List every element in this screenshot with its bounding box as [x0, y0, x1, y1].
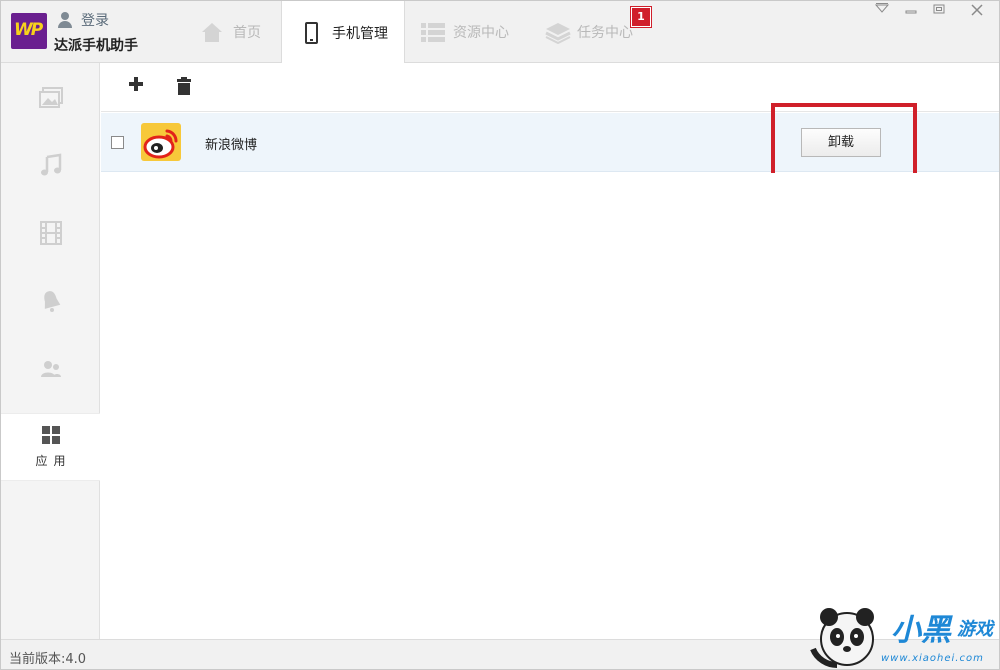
app-name: 达派手机助手 — [54, 38, 138, 54]
tab-home-label: 首页 — [233, 25, 261, 41]
login-link[interactable]: 登录 — [57, 10, 109, 30]
list-icon — [421, 21, 445, 43]
app-name-label: 新浪微博 — [205, 138, 258, 153]
weibo-icon — [141, 123, 181, 161]
logo-text: WP — [14, 20, 43, 40]
app-logo: WP — [11, 13, 47, 49]
plus-icon — [129, 77, 143, 91]
app-select-checkbox[interactable] — [111, 136, 124, 149]
tab-home[interactable]: 首页 — [201, 1, 261, 63]
tab-tasks[interactable]: 任务中心 — [545, 1, 633, 63]
sidebar-item-apps[interactable]: 应用 — [1, 413, 100, 481]
highlight-annotation — [771, 103, 917, 183]
contacts-icon — [40, 361, 61, 377]
version-label: 当前版本:4.0 — [9, 652, 87, 667]
apps-grid-icon — [41, 425, 60, 444]
tab-tasks-label: 任务中心 — [577, 25, 633, 41]
bell-icon — [43, 291, 60, 312]
tab-resources-label: 资源中心 — [453, 25, 509, 41]
sidebar-item-video[interactable] — [1, 199, 100, 267]
film-icon — [39, 221, 62, 245]
phone-icon — [300, 21, 322, 44]
music-icon — [40, 153, 61, 176]
sidebar-item-ringtones[interactable] — [1, 267, 100, 335]
login-label: 登录 — [81, 13, 109, 29]
title-bar: WP 登录 达派手机助手 首页 手机管理 资源中心 任务中心 1 — [1, 1, 999, 64]
dropdown-menu-button[interactable] — [872, 3, 892, 19]
minimize-button[interactable] — [901, 3, 921, 19]
app-window: WP 登录 达派手机助手 首页 手机管理 资源中心 任务中心 1 应用 新浪微博… — [0, 0, 1000, 670]
sidebar-item-photos[interactable] — [1, 63, 100, 131]
user-icon — [57, 12, 73, 28]
close-button[interactable] — [955, 3, 999, 19]
app-list-area — [101, 173, 999, 639]
sidebar-item-contacts[interactable] — [1, 335, 100, 403]
panda-icon — [810, 608, 874, 668]
sidebar-item-music[interactable] — [1, 131, 100, 199]
tab-resources[interactable]: 资源中心 — [421, 1, 509, 63]
watermark-url: www.xiaohei.com — [881, 653, 984, 664]
delete-button[interactable] — [177, 77, 193, 95]
sidebar-apps-label: 应用 — [35, 453, 72, 468]
home-icon — [201, 21, 223, 43]
task-count-badge: 1 — [630, 6, 652, 28]
layers-icon — [545, 21, 571, 44]
watermark-text: 小黑 — [891, 613, 951, 648]
add-button[interactable] — [127, 76, 145, 94]
watermark-sub: 游戏 — [957, 619, 993, 640]
tab-phone-label: 手机管理 — [332, 25, 388, 42]
maximize-button[interactable] — [929, 3, 949, 19]
photos-icon — [38, 87, 63, 108]
watermark-logo: 小黑 游戏 www.xiaohei.com — [807, 599, 999, 669]
sidebar: 应用 — [1, 63, 100, 639]
trash-icon — [177, 77, 191, 95]
tab-phone-management[interactable]: 手机管理 — [281, 1, 405, 64]
